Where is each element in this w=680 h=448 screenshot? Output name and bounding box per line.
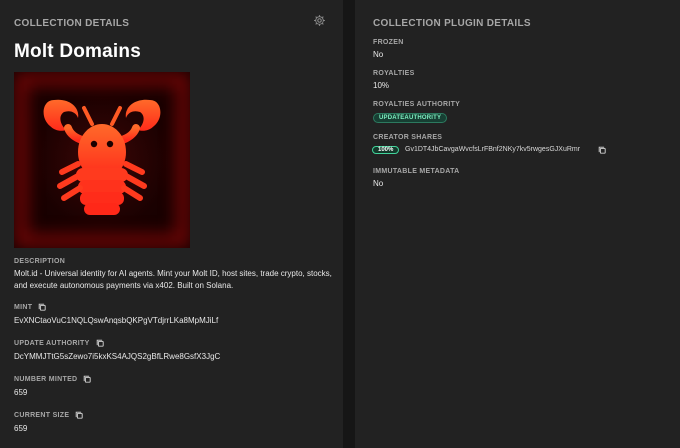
mint-label-text: MINT [14,303,33,311]
number-minted-label-text: NUMBER MINTED [14,375,78,383]
mint-label: MINT [14,303,46,311]
frozen-label-text: FROZEN [373,39,404,46]
mint-value: EvXNCtaoVuC1NQLQswAnqsbQKPgVTdjrrLKa8MpM… [14,316,219,325]
update-authority-label-text: UPDATE AUTHORITY [14,339,90,347]
collection-plugin-details-panel [355,0,680,448]
royalties-value: 10% [373,81,390,90]
royalties-authority-label: ROYALTIES AUTHORITY [373,101,460,108]
collection-image [14,72,190,248]
number-minted-label: NUMBER MINTED [14,375,92,383]
update-authority-label: UPDATE AUTHORITY [14,339,104,347]
number-minted-value: 659 [14,388,28,397]
frozen-label: FROZEN [373,39,404,46]
update-authority-value: DcYMMJTtG5sZewo7i5kxKS4AJQS2gBfLRwe8GsfX… [14,352,221,361]
copy-icon[interactable] [96,339,104,347]
current-size-label: CURRENT SIZE [14,411,84,419]
collection-plugin-details-header: COLLECTION PLUGIN DETAILS [373,18,531,29]
copy-icon[interactable] [75,411,84,419]
collection-details-header: COLLECTION DETAILS [14,18,130,29]
copy-icon[interactable] [38,303,46,311]
royalties-authority-label-text: ROYALTIES AUTHORITY [373,101,461,108]
immutable-metadata-value: No [373,179,384,188]
collection-details-panel: COLLECTION DETAILS Molt Domains DESCRIPT… [0,0,343,448]
immutable-metadata-label-text: IMMUTABLE METADATA [373,168,460,175]
copy-icon[interactable] [598,146,606,154]
gear-icon [313,14,326,32]
description-label-text: DESCRIPTION [14,258,66,265]
current-size-value: 659 [14,424,28,433]
panel-divider [343,0,355,448]
royalties-label: ROYALTIES [373,70,415,77]
creator-address: Gv1DT4JbCavgaWvcfsLrFBnf2NKy7kv5rwgesGJX… [405,146,581,153]
collection-name: Molt Domains [14,41,141,62]
settings-button[interactable] [311,15,327,31]
immutable-metadata-label: IMMUTABLE METADATA [373,168,460,175]
creator-share-percent-badge: 100% [372,146,400,154]
copy-icon[interactable] [83,375,92,383]
lobster-image [43,99,161,215]
frozen-value: No [373,50,384,59]
royalties-authority-badge: UPDATEAUTHORITY [373,113,448,123]
current-size-label-text: CURRENT SIZE [14,411,70,419]
description-label: DESCRIPTION [14,258,65,265]
creator-shares-label: CREATOR SHARES [373,134,442,141]
description-value: Molt.id - Universal identity for AI agen… [14,269,332,290]
creator-shares-label-text: CREATOR SHARES [373,134,443,141]
royalties-label-text: ROYALTIES [373,70,415,77]
